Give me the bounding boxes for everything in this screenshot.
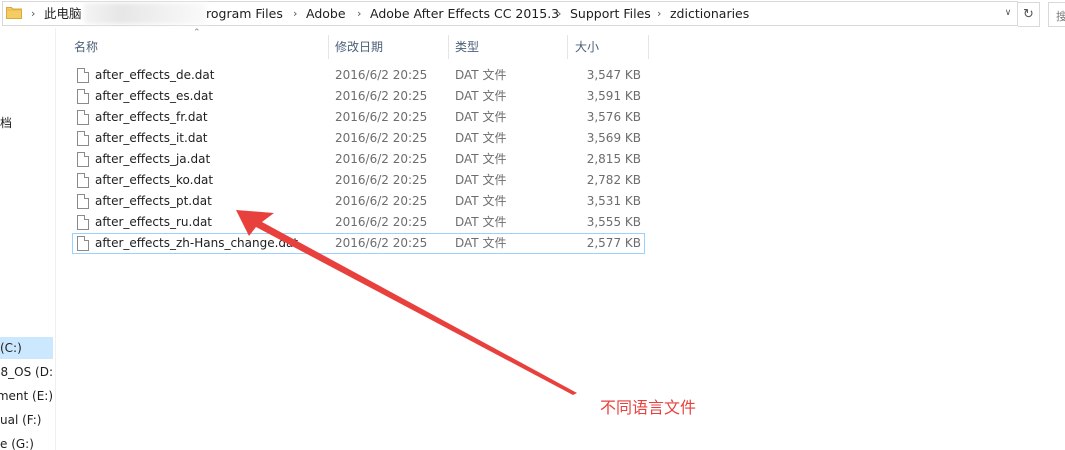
file-date: 2016/6/2 20:25 xyxy=(335,152,428,166)
file-type: DAT 文件 xyxy=(455,131,507,145)
file-name: after_effects_it.dat xyxy=(95,131,208,145)
file-name: after_effects_pt.dat xyxy=(95,194,212,208)
file-size: 3,555 KB xyxy=(586,215,641,229)
file-size: 3,576 KB xyxy=(586,110,641,124)
file-name: after_effects_zh-Hans_change.dat xyxy=(95,236,299,250)
file-row[interactable]: after_effects_ja.dat 2016/6/2 20:25 DAT … xyxy=(72,149,645,170)
file-date: 2016/6/2 20:25 xyxy=(335,194,428,208)
nav-item-documents[interactable]: 档 xyxy=(0,112,53,134)
file-icon xyxy=(77,152,89,167)
file-size: 3,547 KB xyxy=(586,68,641,82)
file-size: 3,569 KB xyxy=(586,131,641,145)
breadcrumb-separator-icon: › xyxy=(293,7,298,20)
file-size: 3,531 KB xyxy=(586,194,641,208)
file-row[interactable]: after_effects_de.dat 2016/6/2 20:25 DAT … xyxy=(72,65,645,86)
breadcrumb-support-files[interactable]: Support Files xyxy=(570,5,651,22)
nav-item-drive-g[interactable]: e (G:) xyxy=(0,433,53,450)
breadcrumb-adobe[interactable]: Adobe xyxy=(306,5,346,22)
file-type: DAT 文件 xyxy=(455,173,507,187)
file-row[interactable]: after_effects_pt.dat 2016/6/2 20:25 DAT … xyxy=(72,191,645,212)
file-icon xyxy=(77,89,89,104)
nav-item-drive-c[interactable]: (C:) xyxy=(0,337,53,359)
file-name: after_effects_fr.dat xyxy=(95,110,208,124)
file-icon xyxy=(77,194,89,209)
file-size: 2,782 KB xyxy=(586,173,641,187)
breadcrumb-this-pc[interactable]: 此电脑 xyxy=(44,5,82,22)
nav-item-drive-d[interactable]: s8_OS (D: xyxy=(0,361,53,383)
file-icon xyxy=(77,110,89,125)
column-divider[interactable] xyxy=(648,35,649,59)
file-row[interactable]: after_effects_ru.dat 2016/6/2 20:25 DAT … xyxy=(72,212,645,233)
blurred-region xyxy=(84,3,206,24)
column-divider[interactable] xyxy=(328,35,329,59)
file-type: DAT 文件 xyxy=(455,89,507,103)
file-name: after_effects_es.dat xyxy=(95,89,214,103)
file-icon xyxy=(77,236,89,251)
file-date: 2016/6/2 20:25 xyxy=(335,110,428,124)
file-type: DAT 文件 xyxy=(455,152,507,166)
column-divider[interactable] xyxy=(567,35,568,59)
file-row[interactable]: after_effects_es.dat 2016/6/2 20:25 DAT … xyxy=(72,86,645,107)
file-size: 2,815 KB xyxy=(586,152,641,166)
file-row[interactable]: after_effects_ko.dat 2016/6/2 20:25 DAT … xyxy=(72,170,645,191)
nav-item-drive-e[interactable]: ment (E:) xyxy=(0,385,53,407)
file-row[interactable]: after_effects_fr.dat 2016/6/2 20:25 DAT … xyxy=(72,107,645,128)
file-icon xyxy=(77,131,89,146)
breadcrumb-separator-icon: › xyxy=(357,7,362,20)
column-header-size[interactable]: 大小 xyxy=(575,36,599,58)
refresh-icon[interactable]: ↻ xyxy=(1018,2,1040,27)
file-row-focused[interactable]: after_effects_zh-Hans_change.dat 2016/6/… xyxy=(72,233,645,254)
breadcrumb-separator-icon: › xyxy=(557,7,562,20)
folder-icon xyxy=(6,7,22,19)
file-icon xyxy=(77,173,89,188)
chevron-down-icon[interactable]: ∨ xyxy=(1000,2,1016,24)
breadcrumb-zdictionaries[interactable]: zdictionaries xyxy=(670,5,749,22)
file-type: DAT 文件 xyxy=(455,194,507,208)
address-bar[interactable]: › 此电脑 rogram Files › Adobe › Adobe After… xyxy=(0,1,1065,27)
breadcrumb-after-effects[interactable]: Adobe After Effects CC 2015.3 xyxy=(370,5,559,22)
column-divider[interactable] xyxy=(448,35,449,59)
navigation-pane: 档 (C:) s8_OS (D: ment (E:) ual (F:) e (G… xyxy=(0,28,56,450)
file-type: DAT 文件 xyxy=(455,236,507,250)
file-name: after_effects_ko.dat xyxy=(95,173,214,187)
file-date: 2016/6/2 20:25 xyxy=(335,236,428,250)
file-type: DAT 文件 xyxy=(455,68,507,82)
column-header-date[interactable]: 修改日期 xyxy=(335,36,383,58)
file-type: DAT 文件 xyxy=(455,110,507,124)
column-header-type[interactable]: 类型 xyxy=(455,36,479,58)
file-date: 2016/6/2 20:25 xyxy=(335,68,428,82)
breadcrumb-separator-icon: › xyxy=(657,7,662,20)
file-name: after_effects_ru.dat xyxy=(95,215,213,229)
breadcrumb-separator-icon: › xyxy=(31,7,36,20)
file-icon xyxy=(77,215,89,230)
file-size: 3,591 KB xyxy=(586,89,641,103)
file-icon xyxy=(77,68,89,83)
file-type: DAT 文件 xyxy=(455,215,507,229)
annotation-label: 不同语言文件 xyxy=(600,398,697,417)
sort-ascending-icon: ⌃ xyxy=(193,28,201,38)
column-header-name[interactable]: 名称 xyxy=(74,36,98,58)
search-box[interactable]: 搜 xyxy=(1048,2,1065,27)
file-name: after_effects_de.dat xyxy=(95,68,215,82)
file-date: 2016/6/2 20:25 xyxy=(335,215,428,229)
nav-item-drive-f[interactable]: ual (F:) xyxy=(0,409,53,431)
file-name: after_effects_ja.dat xyxy=(95,152,211,166)
file-size: 2,577 KB xyxy=(586,236,641,250)
file-date: 2016/6/2 20:25 xyxy=(335,89,428,103)
breadcrumb-program-files[interactable]: rogram Files xyxy=(206,5,283,22)
file-row[interactable]: after_effects_it.dat 2016/6/2 20:25 DAT … xyxy=(72,128,645,149)
file-date: 2016/6/2 20:25 xyxy=(335,131,428,145)
file-date: 2016/6/2 20:25 xyxy=(335,173,428,187)
